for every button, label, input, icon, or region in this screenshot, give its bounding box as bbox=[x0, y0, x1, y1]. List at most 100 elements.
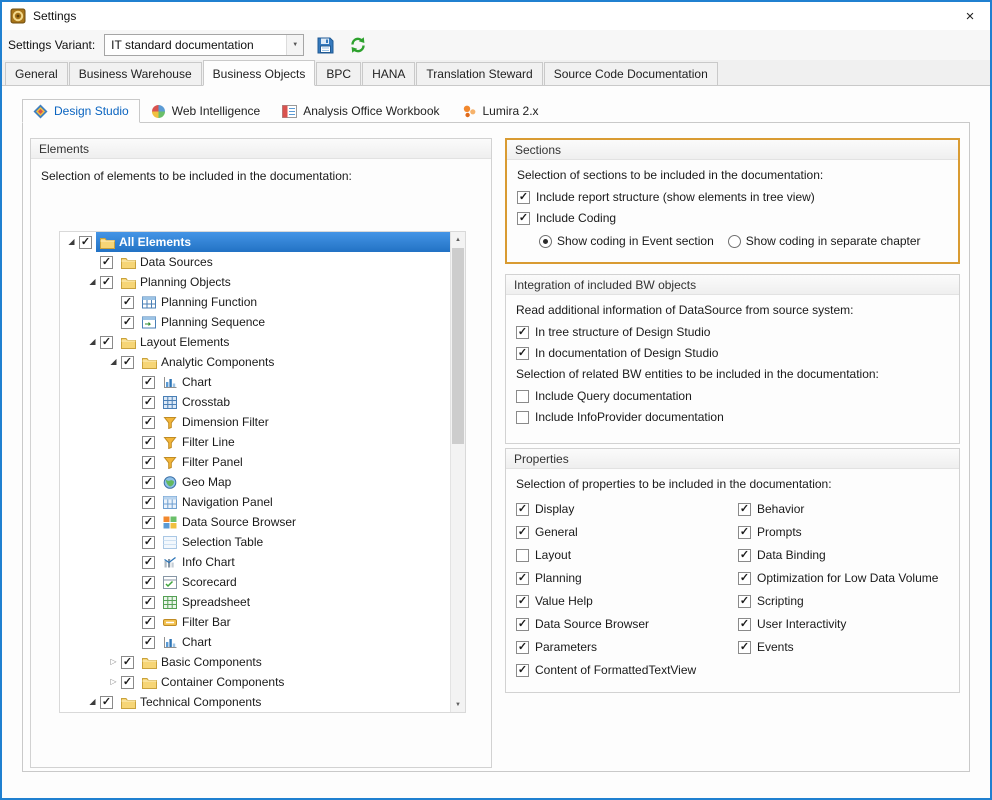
tree-item-data-source-browser[interactable]: ✓Data Source Browser bbox=[60, 512, 450, 532]
tree-checkbox[interactable]: ✓ bbox=[142, 436, 155, 449]
tree-item-layout-elements[interactable]: ◢✓Layout Elements bbox=[60, 332, 450, 352]
tree-item-technical-components[interactable]: ◢✓Technical Components bbox=[60, 692, 450, 712]
expanded-expander-icon[interactable]: ◢ bbox=[85, 698, 100, 706]
chevron-down-icon[interactable]: ▼ bbox=[286, 35, 303, 55]
tree-item-planning-sequence[interactable]: ✓Planning Sequence bbox=[60, 312, 450, 332]
checkbox-include-query-documentation[interactable]: Include Query documentation bbox=[516, 389, 949, 403]
tree-item-chart[interactable]: ✓Chart bbox=[60, 372, 450, 392]
checkbox-optimization-for-low-data-volume[interactable]: ✓Optimization for Low Data Volume bbox=[738, 571, 949, 585]
tab-source-code-documentation[interactable]: Source Code Documentation bbox=[544, 62, 718, 85]
tree-item-chart[interactable]: ✓Chart bbox=[60, 632, 450, 652]
radio-show-coding-in-event-section[interactable]: Show coding in Event section bbox=[539, 234, 714, 248]
checkbox-general[interactable]: ✓General bbox=[516, 525, 738, 539]
collapsed-expander-icon[interactable]: ▷ bbox=[106, 678, 121, 686]
checkbox-content-of-formattedtextview[interactable]: ✓Content of FormattedTextView bbox=[516, 663, 738, 677]
checkbox-planning[interactable]: ✓Planning bbox=[516, 571, 738, 585]
tree-checkbox[interactable]: ✓ bbox=[121, 296, 134, 309]
tree-item-scorecard[interactable]: ✓Scorecard bbox=[60, 572, 450, 592]
tab-translation-steward[interactable]: Translation Steward bbox=[416, 62, 542, 85]
tree-checkbox[interactable]: ✓ bbox=[121, 656, 134, 669]
tree-item-selection-table[interactable]: ✓Selection Table bbox=[60, 532, 450, 552]
save-button[interactable] bbox=[313, 33, 337, 57]
tree-item-label: Filter Panel bbox=[182, 455, 243, 469]
tree-item-data-sources[interactable]: ✓Data Sources bbox=[60, 252, 450, 272]
tree-checkbox[interactable]: ✓ bbox=[142, 376, 155, 389]
checkbox-display[interactable]: ✓Display bbox=[516, 502, 738, 516]
tree-item-analytic-components[interactable]: ◢✓Analytic Components bbox=[60, 352, 450, 372]
tree-checkbox[interactable]: ✓ bbox=[100, 256, 113, 269]
scrollbar-down-icon[interactable]: ▼ bbox=[451, 697, 465, 712]
tree-checkbox[interactable]: ✓ bbox=[142, 476, 155, 489]
tab-bpc[interactable]: BPC bbox=[316, 62, 361, 85]
expanded-expander-icon[interactable]: ◢ bbox=[106, 358, 121, 366]
collapsed-expander-icon[interactable]: ▷ bbox=[106, 658, 121, 666]
tree-checkbox[interactable]: ✓ bbox=[142, 516, 155, 529]
tree-item-geo-map[interactable]: ✓Geo Map bbox=[60, 472, 450, 492]
tree-item-spreadsheet[interactable]: ✓Spreadsheet bbox=[60, 592, 450, 612]
refresh-button[interactable] bbox=[346, 33, 370, 57]
tree-item-container-components[interactable]: ▷✓Container Components bbox=[60, 672, 450, 692]
tab-business-warehouse[interactable]: Business Warehouse bbox=[69, 62, 202, 85]
tree-item-planning-objects[interactable]: ◢✓Planning Objects bbox=[60, 272, 450, 292]
checkbox-include-coding[interactable]: ✓Include Coding bbox=[517, 211, 948, 225]
tree-checkbox[interactable]: ✓ bbox=[142, 556, 155, 569]
checkbox-scripting[interactable]: ✓Scripting bbox=[738, 594, 949, 608]
tree-checkbox[interactable]: ✓ bbox=[142, 576, 155, 589]
tree-item-dimension-filter[interactable]: ✓Dimension Filter bbox=[60, 412, 450, 432]
tree-item-crosstab[interactable]: ✓Crosstab bbox=[60, 392, 450, 412]
tree-item-all-elements[interactable]: ◢✓All Elements bbox=[60, 232, 450, 252]
checkbox-include-report-structure-show-elements-in-tree-view[interactable]: ✓Include report structure (show elements… bbox=[517, 190, 948, 204]
scrollbar-up-icon[interactable]: ▲ bbox=[451, 232, 465, 247]
tree-checkbox[interactable]: ✓ bbox=[142, 396, 155, 409]
tree-item-navigation-panel[interactable]: ✓Navigation Panel bbox=[60, 492, 450, 512]
tab-general[interactable]: General bbox=[5, 62, 68, 85]
tab-business-objects[interactable]: Business Objects bbox=[203, 60, 316, 86]
tree-item-filter-panel[interactable]: ✓ Filter Panel bbox=[60, 452, 450, 472]
expanded-expander-icon[interactable]: ◢ bbox=[85, 278, 100, 286]
subtab-analysis-office-workbook[interactable]: Analysis Office Workbook bbox=[271, 99, 450, 123]
checkbox-behavior[interactable]: ✓Behavior bbox=[738, 502, 949, 516]
tree-checkbox[interactable]: ✓ bbox=[121, 676, 134, 689]
tree-checkbox[interactable]: ✓ bbox=[142, 416, 155, 429]
tree-checkbox[interactable]: ✓ bbox=[100, 336, 113, 349]
checkbox-data-binding[interactable]: ✓Data Binding bbox=[738, 548, 949, 562]
checkbox-include-infoprovider-documentation[interactable]: Include InfoProvider documentation bbox=[516, 410, 949, 424]
tree-checkbox[interactable]: ✓ bbox=[142, 616, 155, 629]
tree-checkbox[interactable]: ✓ bbox=[142, 536, 155, 549]
checkbox-events[interactable]: ✓Events bbox=[738, 640, 949, 654]
subtab-design-studio[interactable]: Design Studio bbox=[22, 99, 140, 123]
radio-show-coding-in-separate-chapter[interactable]: Show coding in separate chapter bbox=[728, 234, 921, 248]
tree-checkbox[interactable]: ✓ bbox=[121, 316, 134, 329]
tree-item-basic-components[interactable]: ▷✓Basic Components bbox=[60, 652, 450, 672]
tree-item-planning-function[interactable]: ✓Planning Function bbox=[60, 292, 450, 312]
checkbox-data-source-browser[interactable]: ✓Data Source Browser bbox=[516, 617, 738, 631]
expanded-expander-icon[interactable]: ◢ bbox=[64, 238, 79, 246]
tree-checkbox[interactable]: ✓ bbox=[79, 236, 92, 249]
titlebar[interactable]: Settings × bbox=[2, 2, 990, 30]
tree-checkbox[interactable]: ✓ bbox=[142, 496, 155, 509]
tree-item-filter-bar[interactable]: ✓Filter Bar bbox=[60, 612, 450, 632]
subtab-lumira-2-x[interactable]: Lumira 2.x bbox=[451, 99, 550, 123]
tree-checkbox[interactable]: ✓ bbox=[121, 356, 134, 369]
tree-checkbox[interactable]: ✓ bbox=[142, 456, 155, 469]
checkbox-prompts[interactable]: ✓Prompts bbox=[738, 525, 949, 539]
tree-item-info-chart[interactable]: ✓Info Chart bbox=[60, 552, 450, 572]
tree-checkbox[interactable]: ✓ bbox=[142, 596, 155, 609]
tree-checkbox[interactable]: ✓ bbox=[142, 636, 155, 649]
tree-item-filter-line[interactable]: ✓Filter Line bbox=[60, 432, 450, 452]
checkbox-in-documentation-of-design-studio[interactable]: ✓In documentation of Design Studio bbox=[516, 346, 949, 360]
checkbox-user-interactivity[interactable]: ✓User Interactivity bbox=[738, 617, 949, 631]
tree-checkbox[interactable]: ✓ bbox=[100, 276, 113, 289]
expanded-expander-icon[interactable]: ◢ bbox=[85, 338, 100, 346]
checkbox-in-tree-structure-of-design-studio[interactable]: ✓In tree structure of Design Studio bbox=[516, 325, 949, 339]
checkbox-layout[interactable]: Layout bbox=[516, 548, 738, 562]
checkbox-value-help[interactable]: ✓Value Help bbox=[516, 594, 738, 608]
tree-scrollbar[interactable]: ▲ ▼ bbox=[450, 232, 465, 712]
settings-variant-select[interactable]: IT standard documentation ▼ bbox=[104, 34, 304, 56]
subtab-web-intelligence[interactable]: Web Intelligence bbox=[140, 99, 272, 123]
scrollbar-thumb[interactable] bbox=[452, 248, 464, 444]
close-button[interactable]: × bbox=[950, 2, 990, 30]
tab-hana[interactable]: HANA bbox=[362, 62, 415, 85]
checkbox-parameters[interactable]: ✓Parameters bbox=[516, 640, 738, 654]
tree-checkbox[interactable]: ✓ bbox=[100, 696, 113, 709]
